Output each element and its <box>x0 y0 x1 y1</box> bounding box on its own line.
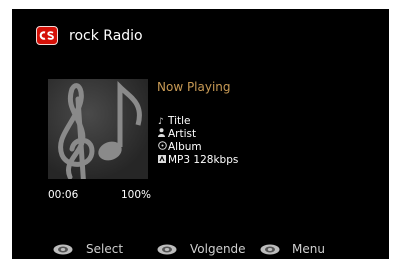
artist-row: Artist <box>158 128 196 141</box>
next-label[interactable]: Volgende <box>190 241 246 257</box>
volume-level: 100% <box>121 189 152 201</box>
now-playing-heading: Now Playing <box>157 80 231 94</box>
music-notes-icon <box>58 80 142 179</box>
next-button-icon[interactable] <box>157 244 177 255</box>
disc-icon <box>158 141 168 154</box>
select-button-icon[interactable] <box>53 244 73 255</box>
select-label[interactable]: Select <box>86 241 123 257</box>
artist-name: Artist <box>168 128 197 140</box>
track-title: Title <box>168 115 191 127</box>
audio-format: MP3 128kbps <box>168 154 239 166</box>
format-row: MP3 128kbps <box>158 154 238 167</box>
track-title-row: ♪ Title <box>158 115 191 128</box>
lastfm-logo <box>36 26 58 45</box>
station-title: rock Radio <box>69 28 143 44</box>
menu-button-icon[interactable] <box>260 244 280 255</box>
elapsed-time: 00:06 <box>48 189 79 201</box>
format-icon <box>158 155 168 167</box>
album-art <box>48 79 148 179</box>
album-name: Album <box>168 141 202 153</box>
menu-label[interactable]: Menu <box>292 241 325 257</box>
note-icon: ♪ <box>158 117 164 127</box>
person-icon <box>158 128 168 141</box>
album-row: Album <box>158 141 202 154</box>
